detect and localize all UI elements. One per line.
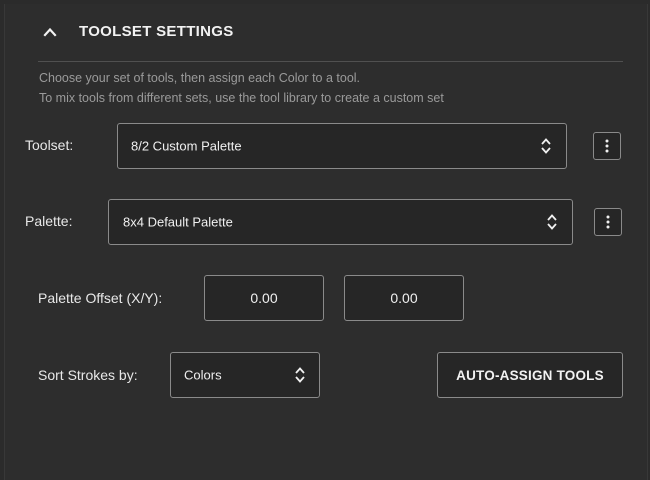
palette-offset-y-input[interactable] bbox=[344, 275, 464, 321]
updown-chevron-icon bbox=[541, 138, 551, 154]
palette-more-button[interactable] bbox=[594, 208, 622, 236]
palette-offset-label: Palette Offset (X/Y): bbox=[38, 290, 163, 306]
updown-chevron-icon bbox=[547, 214, 557, 230]
toolset-select-value: 8/2 Custom Palette bbox=[131, 138, 242, 154]
sort-strokes-select[interactable]: Colors bbox=[170, 352, 320, 398]
auto-assign-tools-button[interactable]: AUTO-ASSIGN TOOLS bbox=[437, 352, 623, 398]
toolset-select[interactable]: 8/2 Custom Palette bbox=[117, 123, 567, 169]
more-vertical-icon bbox=[605, 139, 609, 153]
description-line-2: To mix tools from different sets, use th… bbox=[39, 91, 444, 105]
palette-select-value: 8x4 Default Palette bbox=[123, 214, 233, 230]
toolset-more-button[interactable] bbox=[593, 132, 621, 160]
sort-strokes-select-value: Colors bbox=[184, 367, 222, 383]
toolset-settings-panel: TOOLSET SETTINGS Choose your set of tool… bbox=[4, 4, 648, 480]
palette-offset-x-input[interactable] bbox=[204, 275, 324, 321]
chevron-up-icon[interactable] bbox=[43, 25, 57, 39]
toolset-label: Toolset: bbox=[25, 137, 74, 153]
more-vertical-icon bbox=[606, 215, 610, 229]
palette-label: Palette: bbox=[25, 213, 73, 229]
header-divider bbox=[38, 61, 623, 62]
sort-strokes-label: Sort Strokes by: bbox=[38, 367, 138, 383]
section-title: TOOLSET SETTINGS bbox=[79, 23, 234, 40]
palette-select[interactable]: 8x4 Default Palette bbox=[108, 199, 573, 245]
updown-chevron-icon bbox=[295, 367, 305, 383]
description-line-1: Choose your set of tools, then assign ea… bbox=[39, 71, 361, 85]
section-header[interactable]: TOOLSET SETTINGS bbox=[5, 4, 647, 62]
